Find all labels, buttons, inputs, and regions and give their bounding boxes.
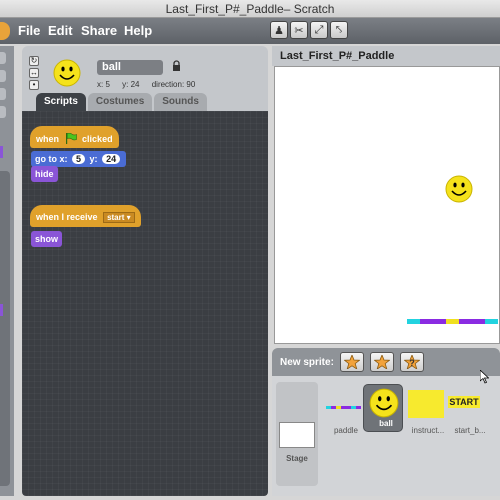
block-palette xyxy=(0,46,14,496)
palette-looks-block-2[interactable] xyxy=(0,304,3,316)
category-looks[interactable] xyxy=(0,70,6,82)
sprite-thumbnail xyxy=(53,59,81,87)
paint-new-sprite-icon[interactable] xyxy=(340,352,364,372)
show-block[interactable]: show xyxy=(31,231,63,247)
window-title-bar: Last_First_P#_Paddle– Scratch xyxy=(0,0,500,18)
go-to-xy-block[interactable]: go to x: 5 y: 24 xyxy=(31,151,127,167)
paddle-sprite[interactable] xyxy=(407,319,498,324)
category-sound[interactable] xyxy=(0,88,6,100)
project-title: Last_First_P#_Paddle xyxy=(280,50,395,62)
goto-x-input[interactable]: 5 xyxy=(72,154,86,164)
scripts-area[interactable]: when clicked go to x: 5 y: 24 hide when … xyxy=(22,111,268,496)
palette-blocks-area[interactable] xyxy=(0,171,10,486)
hat-when-label: when xyxy=(36,134,60,144)
sprite-direction: direction: 90 xyxy=(151,80,196,89)
sprite-tile-paddle[interactable]: paddle xyxy=(324,382,368,438)
ball-sprite[interactable] xyxy=(445,175,473,203)
svg-text:?: ? xyxy=(409,358,415,368)
palette-looks-block[interactable] xyxy=(0,146,3,158)
rotate-all-icon[interactable]: ↻ xyxy=(29,56,39,66)
sprite-tile-start-button[interactable]: START start_b... xyxy=(448,382,492,438)
stage-tile[interactable]: Stage xyxy=(276,382,318,486)
category-motion[interactable] xyxy=(0,52,6,64)
menu-share[interactable]: Share xyxy=(81,23,117,38)
stage[interactable] xyxy=(274,66,500,344)
hat-clicked-label: clicked xyxy=(82,134,113,144)
when-flag-clicked-block[interactable]: when clicked xyxy=(30,126,119,148)
sprite-y: y: 24 xyxy=(122,80,140,89)
grow-icon[interactable]: ⤢ xyxy=(310,21,328,39)
ball-thumbnail xyxy=(369,388,399,418)
lock-icon[interactable] xyxy=(172,60,181,72)
goto-y-label: y: xyxy=(89,154,98,164)
sprite-label-start-button: start_b... xyxy=(454,426,486,435)
mouse-cursor-icon xyxy=(480,370,489,384)
stage-header: Last_First_P#_Paddle xyxy=(272,46,500,66)
menu-bar: File Edit Share Help ♟ ✂ ⤢ ⤣ xyxy=(0,18,500,44)
receive-label: when I receive xyxy=(36,212,98,222)
paddle-thumbnail xyxy=(326,406,361,409)
duplicate-icon[interactable]: ♟ xyxy=(270,21,288,39)
editor-tabs: Scripts Costumes Sounds xyxy=(36,93,207,111)
sprite-tile-ball[interactable]: ball xyxy=(363,384,403,432)
flip-left-right-icon[interactable]: ↔ xyxy=(29,68,39,78)
green-flag-icon xyxy=(65,133,77,144)
message-value: start xyxy=(107,213,125,222)
window-title: Last_First_P#_Paddle– Scratch xyxy=(165,2,335,16)
hide-block[interactable]: hide xyxy=(31,166,58,182)
sprite-name-field[interactable]: ball xyxy=(97,60,163,75)
when-i-receive-block[interactable]: when I receive start ▾ xyxy=(30,205,141,227)
new-sprite-label: New sprite: xyxy=(280,357,334,368)
random-sprite-icon[interactable]: ? xyxy=(400,352,424,372)
no-rotate-icon[interactable]: • xyxy=(29,80,39,90)
message-dropdown[interactable]: start ▾ xyxy=(103,212,135,223)
shrink-icon[interactable]: ⤣ xyxy=(330,21,348,39)
start-button-thumbnail: START xyxy=(448,396,480,408)
instructions-thumbnail xyxy=(408,390,444,418)
goto-y-input[interactable]: 24 xyxy=(102,154,121,164)
show-label: show xyxy=(35,234,59,244)
scratch-logo-icon xyxy=(0,22,10,40)
cut-icon[interactable]: ✂ xyxy=(290,21,308,39)
menu-file[interactable]: File xyxy=(18,23,40,38)
tab-sounds[interactable]: Sounds xyxy=(154,93,207,111)
tab-scripts[interactable]: Scripts xyxy=(36,93,86,111)
new-sprite-bar: New sprite: ? xyxy=(272,348,500,376)
sprite-library: Stage paddle ball instruct... START star… xyxy=(272,376,500,496)
menu-edit[interactable]: Edit xyxy=(48,23,73,38)
goto-label: go to x: xyxy=(35,154,68,164)
stage-tile-label: Stage xyxy=(286,454,308,463)
choose-sprite-from-file-icon[interactable] xyxy=(370,352,394,372)
tab-costumes[interactable]: Costumes xyxy=(87,93,153,111)
sprite-tools: ♟ ✂ ⤢ ⤣ xyxy=(270,21,348,41)
stage-thumbnail xyxy=(279,422,315,448)
sprite-coordinates: x: 5 y: 24 direction: 90 xyxy=(97,80,205,89)
hide-label: hide xyxy=(35,169,54,179)
sprite-x: x: 5 xyxy=(97,80,110,89)
menu-help[interactable]: Help xyxy=(124,23,152,38)
category-pen[interactable] xyxy=(0,106,6,118)
